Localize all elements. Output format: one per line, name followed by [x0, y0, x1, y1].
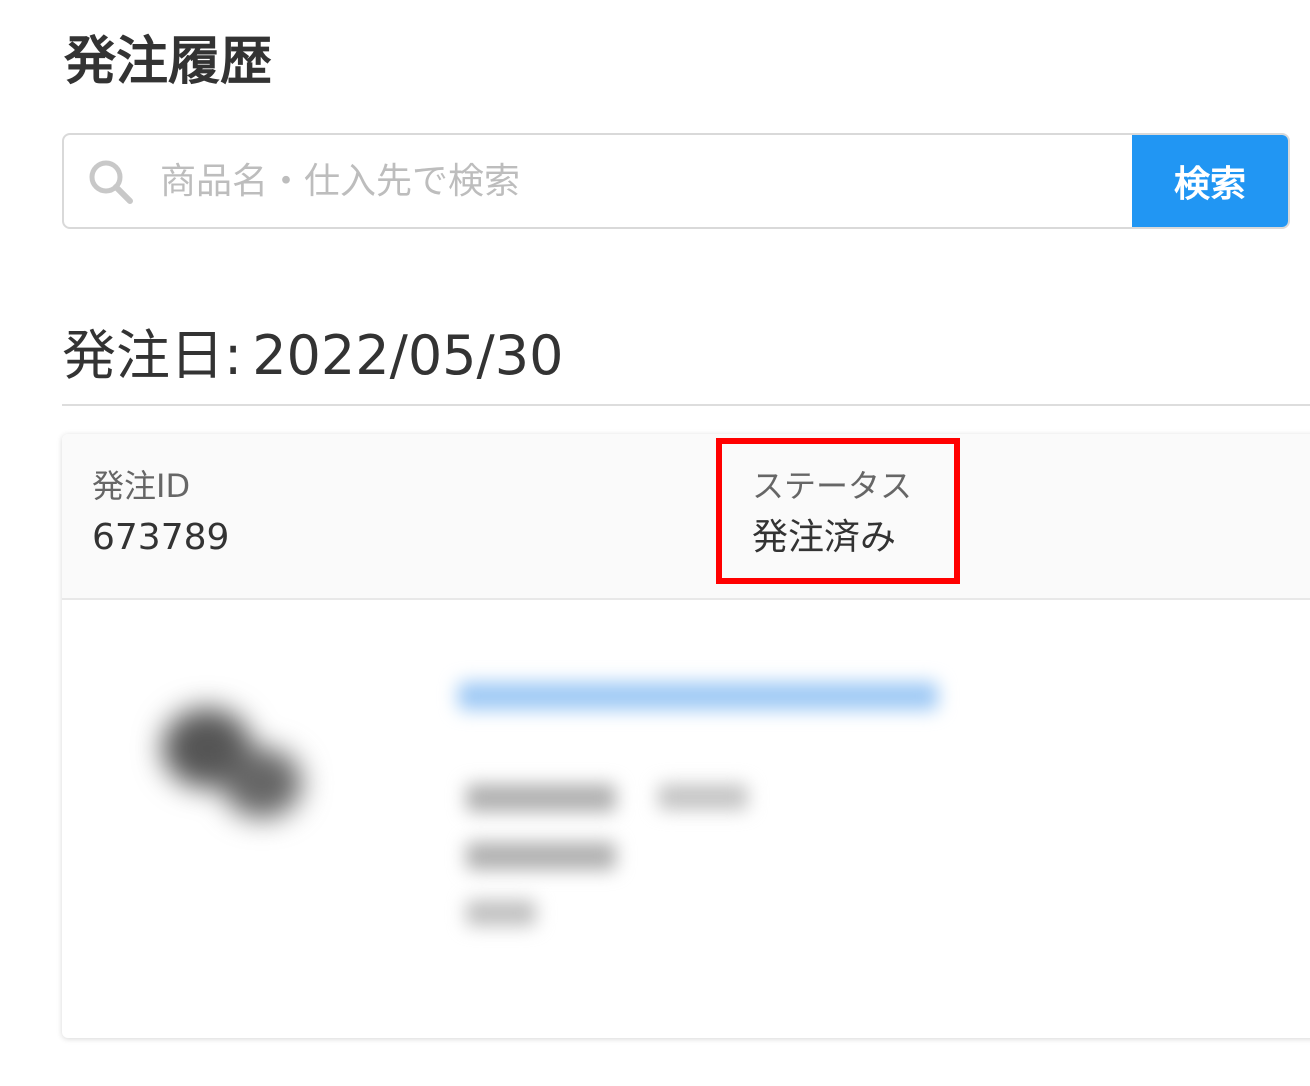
highlight-box [716, 438, 960, 584]
order-card: 発注ID 673789 ステータス 発注済み [62, 434, 1310, 1038]
order-id-value: 673789 [92, 517, 230, 558]
page-title: 発注履歴 [64, 32, 273, 92]
search-input[interactable] [160, 135, 1130, 227]
search-button[interactable]: 検索 [1132, 135, 1288, 227]
search-icon [89, 160, 133, 204]
order-date-value: 2022/05/30 [252, 324, 564, 387]
product-detail-line [466, 842, 616, 870]
product-detail-line [466, 900, 536, 926]
order-id-label: 発注ID [92, 467, 191, 505]
order-date-label: 発注日: [62, 324, 243, 387]
product-name-link[interactable] [458, 682, 938, 710]
product-detail-line [466, 784, 616, 812]
order-card-header: 発注ID 673789 ステータス 発注済み [62, 434, 1310, 600]
product-image[interactable] [132, 668, 352, 858]
product-detail-value [658, 784, 748, 810]
order-date-heading: 発注日: 2022/05/30 [62, 322, 563, 390]
divider [62, 404, 1310, 406]
search-bar: 検索 [62, 133, 1290, 229]
